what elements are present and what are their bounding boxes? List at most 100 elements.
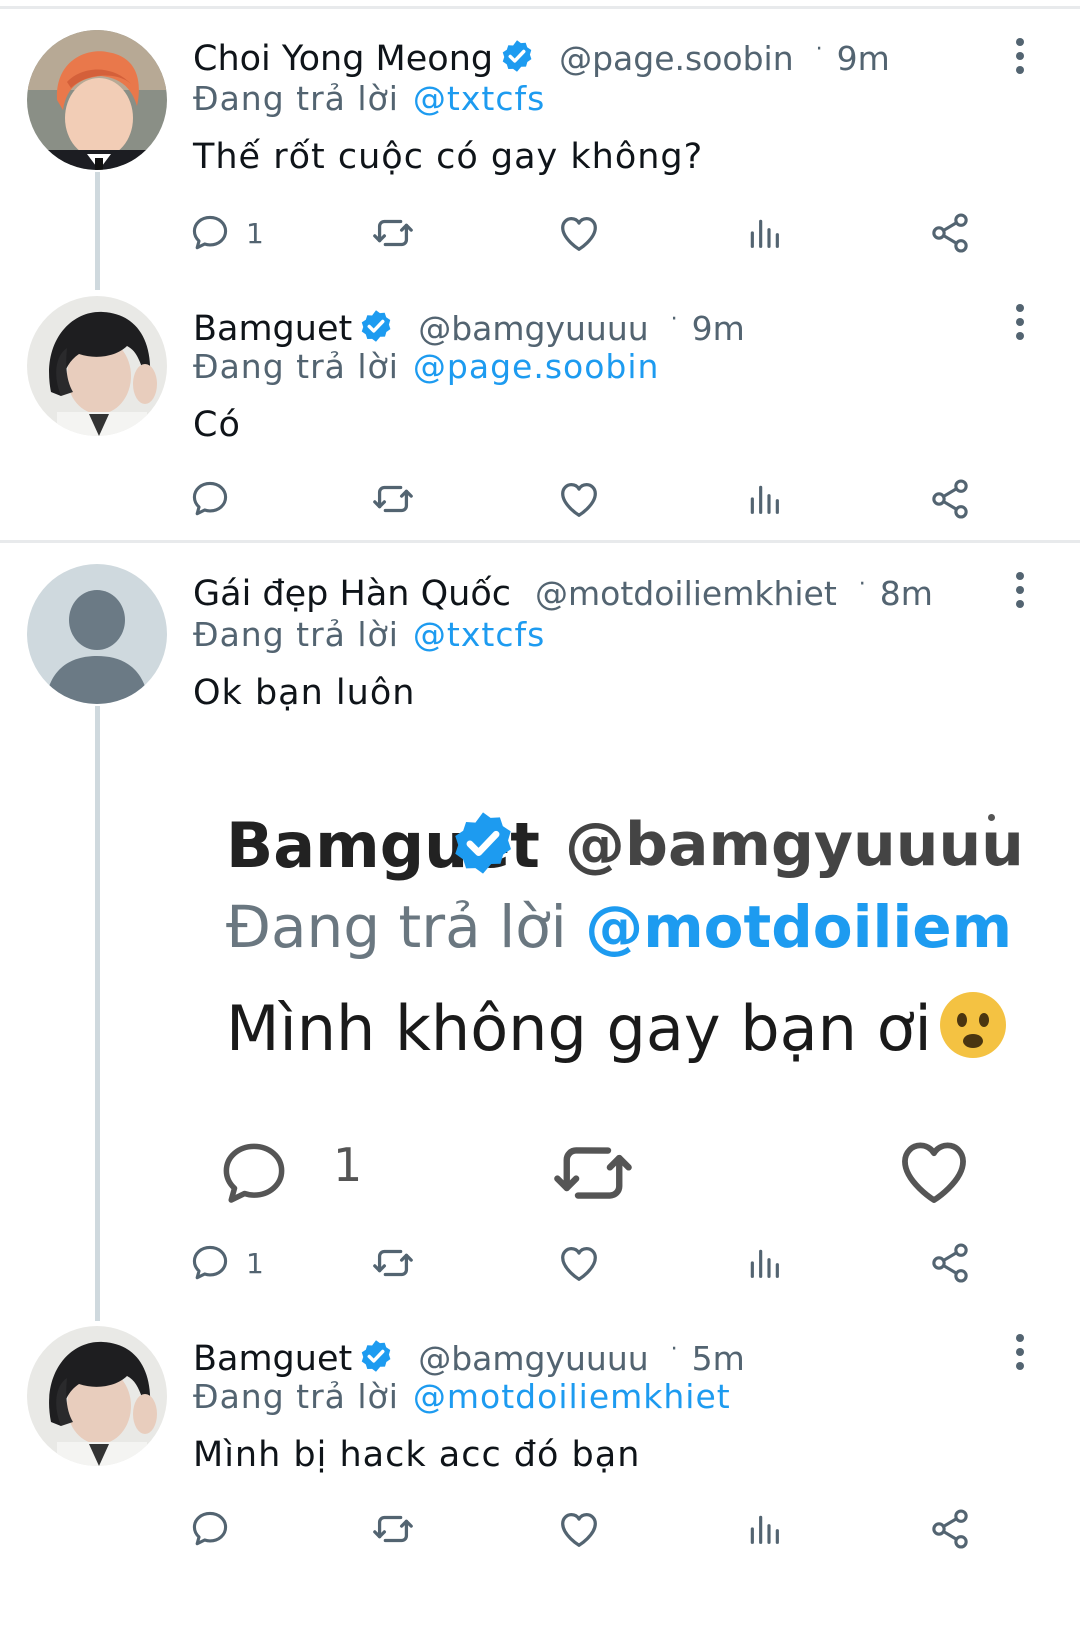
more-vertical-icon[interactable] bbox=[1014, 38, 1026, 74]
retweet-icon bbox=[548, 1128, 638, 1218]
retweet-icon bbox=[370, 210, 416, 256]
heart-icon bbox=[556, 1506, 602, 1552]
tweet[interactable]: Bamguet @bamgyuuuu · 9m Đang trả lời @page.s… bbox=[0, 270, 1080, 540]
embedded-screenshot[interactable]: Bamguet @bamgyuuuu Đang trả lời @motdoil… bbox=[193, 780, 1024, 1225]
reply-button[interactable]: 1 bbox=[188, 1238, 264, 1288]
reply-count: 1 bbox=[246, 1246, 264, 1280]
more-vertical-icon[interactable] bbox=[1014, 304, 1026, 340]
display-name[interactable]: Bamguet bbox=[193, 309, 352, 349]
share-button[interactable] bbox=[928, 474, 972, 524]
section-divider bbox=[0, 540, 1080, 543]
share-button[interactable] bbox=[928, 208, 972, 258]
views-button[interactable] bbox=[744, 1238, 784, 1288]
tweet-header: Choi Yong Meong @page.soobin · 9m bbox=[193, 38, 890, 77]
display-name[interactable]: Gái đẹp Hàn Quốc bbox=[193, 574, 511, 614]
reply-mention-link[interactable]: @txtcfs bbox=[413, 79, 545, 118]
reply-context: Đang trả lời @motdoiliemkhiet bbox=[193, 1380, 731, 1413]
embedded-reply-mention: @motdoiliem bbox=[585, 893, 1013, 961]
heart-icon bbox=[893, 1130, 975, 1212]
heart-icon bbox=[556, 476, 602, 522]
like-button[interactable] bbox=[556, 1504, 602, 1554]
views-button[interactable] bbox=[744, 208, 784, 258]
reply-prefix: Đang trả lời bbox=[193, 347, 399, 386]
retweet-button[interactable] bbox=[370, 474, 416, 524]
display-name[interactable]: Choi Yong Meong bbox=[193, 39, 493, 79]
reply-context: Đang trả lời @txtcfs bbox=[193, 82, 545, 115]
verified-badge-icon bbox=[448, 808, 518, 878]
share-button[interactable] bbox=[928, 1238, 972, 1288]
user-handle[interactable]: @bamgyuuuu bbox=[418, 1339, 648, 1378]
reply-prefix: Đang trả lời bbox=[193, 615, 399, 654]
tweet-actions: 1 bbox=[0, 208, 1080, 258]
separator-dot: · bbox=[858, 572, 866, 597]
views-button[interactable] bbox=[744, 474, 784, 524]
avatar[interactable] bbox=[27, 564, 167, 704]
heart-icon bbox=[556, 1240, 602, 1286]
more-vertical-icon[interactable] bbox=[1014, 572, 1026, 608]
retweet-button[interactable] bbox=[370, 1504, 416, 1554]
like-button[interactable] bbox=[556, 1238, 602, 1288]
reply-mention-link[interactable]: @txtcfs bbox=[413, 615, 545, 654]
user-handle[interactable]: @bamgyuuuu bbox=[418, 309, 648, 348]
share-icon bbox=[928, 477, 972, 521]
retweet-button[interactable] bbox=[370, 1238, 416, 1288]
display-name[interactable]: Bamguet bbox=[193, 1339, 352, 1379]
tweet-actions bbox=[0, 1504, 1080, 1554]
timestamp[interactable]: 9m bbox=[837, 39, 890, 78]
retweet-icon bbox=[370, 1506, 416, 1552]
avatar[interactable] bbox=[27, 296, 167, 436]
tweet[interactable]: Bamguet @bamgyuuuu · 5m Đang trả lời @motdoi… bbox=[0, 1316, 1080, 1633]
retweet-icon bbox=[370, 1240, 416, 1286]
reply-context: Đang trả lời @txtcfs bbox=[193, 618, 545, 651]
share-icon bbox=[928, 1241, 972, 1285]
timestamp[interactable]: 9m bbox=[692, 309, 745, 348]
tweet-text: Mình bị hack acc đó bạn bbox=[193, 1435, 641, 1475]
speech-bubble-icon bbox=[215, 1135, 293, 1213]
user-handle[interactable]: @page.soobin bbox=[559, 39, 794, 78]
separator-dot bbox=[988, 814, 995, 821]
reply-prefix: Đang trả lời bbox=[193, 1377, 399, 1416]
embedded-tweet-text: Mình không gay bạn ơi bbox=[226, 992, 932, 1065]
share-button[interactable] bbox=[928, 1504, 972, 1554]
speech-bubble-icon bbox=[188, 1507, 232, 1551]
embedded-reply-prefix: Đang trả lời bbox=[226, 893, 567, 961]
verified-badge-icon bbox=[358, 1338, 394, 1374]
bar-chart-icon bbox=[744, 1509, 784, 1549]
reply-button[interactable] bbox=[188, 1504, 246, 1554]
timestamp[interactable]: 5m bbox=[692, 1339, 745, 1378]
tweet[interactable]: Choi Yong Meong @page.soobin · 9m Đang trả … bbox=[0, 0, 1080, 270]
user-handle[interactable]: @motdoiliemkhiet bbox=[535, 574, 837, 613]
tweet-header: Bamguet @bamgyuuuu · 5m bbox=[193, 1338, 745, 1377]
frowning-face-emoji bbox=[940, 992, 1006, 1058]
reply-button[interactable]: 1 bbox=[188, 208, 264, 258]
retweet-button[interactable] bbox=[370, 208, 416, 258]
reply-context: Đang trả lời @page.soobin bbox=[193, 350, 659, 383]
speech-bubble-icon bbox=[188, 1241, 232, 1285]
bar-chart-icon bbox=[744, 1243, 784, 1283]
separator-dot: · bbox=[670, 307, 678, 332]
speech-bubble-icon bbox=[188, 477, 232, 521]
tweet-text: Thế rốt cuộc có gay không? bbox=[193, 137, 704, 177]
embedded-reply-context: Đang trả lời @motdoiliem bbox=[226, 898, 1012, 956]
more-vertical-icon[interactable] bbox=[1014, 1334, 1026, 1370]
reply-button[interactable] bbox=[188, 474, 246, 524]
speech-bubble-icon bbox=[188, 211, 232, 255]
reply-prefix: Đang trả lời bbox=[193, 79, 399, 118]
avatar[interactable] bbox=[27, 30, 167, 170]
separator-dot: · bbox=[815, 37, 823, 62]
like-button[interactable] bbox=[556, 474, 602, 524]
reply-mention-link[interactable]: @motdoiliemkhiet bbox=[413, 1377, 731, 1416]
share-icon bbox=[928, 1507, 972, 1551]
tweet-header: Gái đẹp Hàn Quốc @motdoiliemkhiet · 8m bbox=[193, 574, 933, 612]
tweet-actions: 1 bbox=[0, 1238, 1080, 1288]
avatar[interactable] bbox=[27, 1326, 167, 1466]
tweet-text: Có bbox=[193, 405, 241, 445]
reply-mention-link[interactable]: @page.soobin bbox=[413, 347, 660, 386]
separator-dot: · bbox=[670, 1337, 678, 1362]
reply-count: 1 bbox=[246, 216, 264, 250]
like-button[interactable] bbox=[556, 208, 602, 258]
retweet-icon bbox=[370, 476, 416, 522]
embedded-reply-count: 1 bbox=[333, 1138, 363, 1192]
timestamp[interactable]: 8m bbox=[880, 574, 933, 613]
views-button[interactable] bbox=[744, 1504, 784, 1554]
